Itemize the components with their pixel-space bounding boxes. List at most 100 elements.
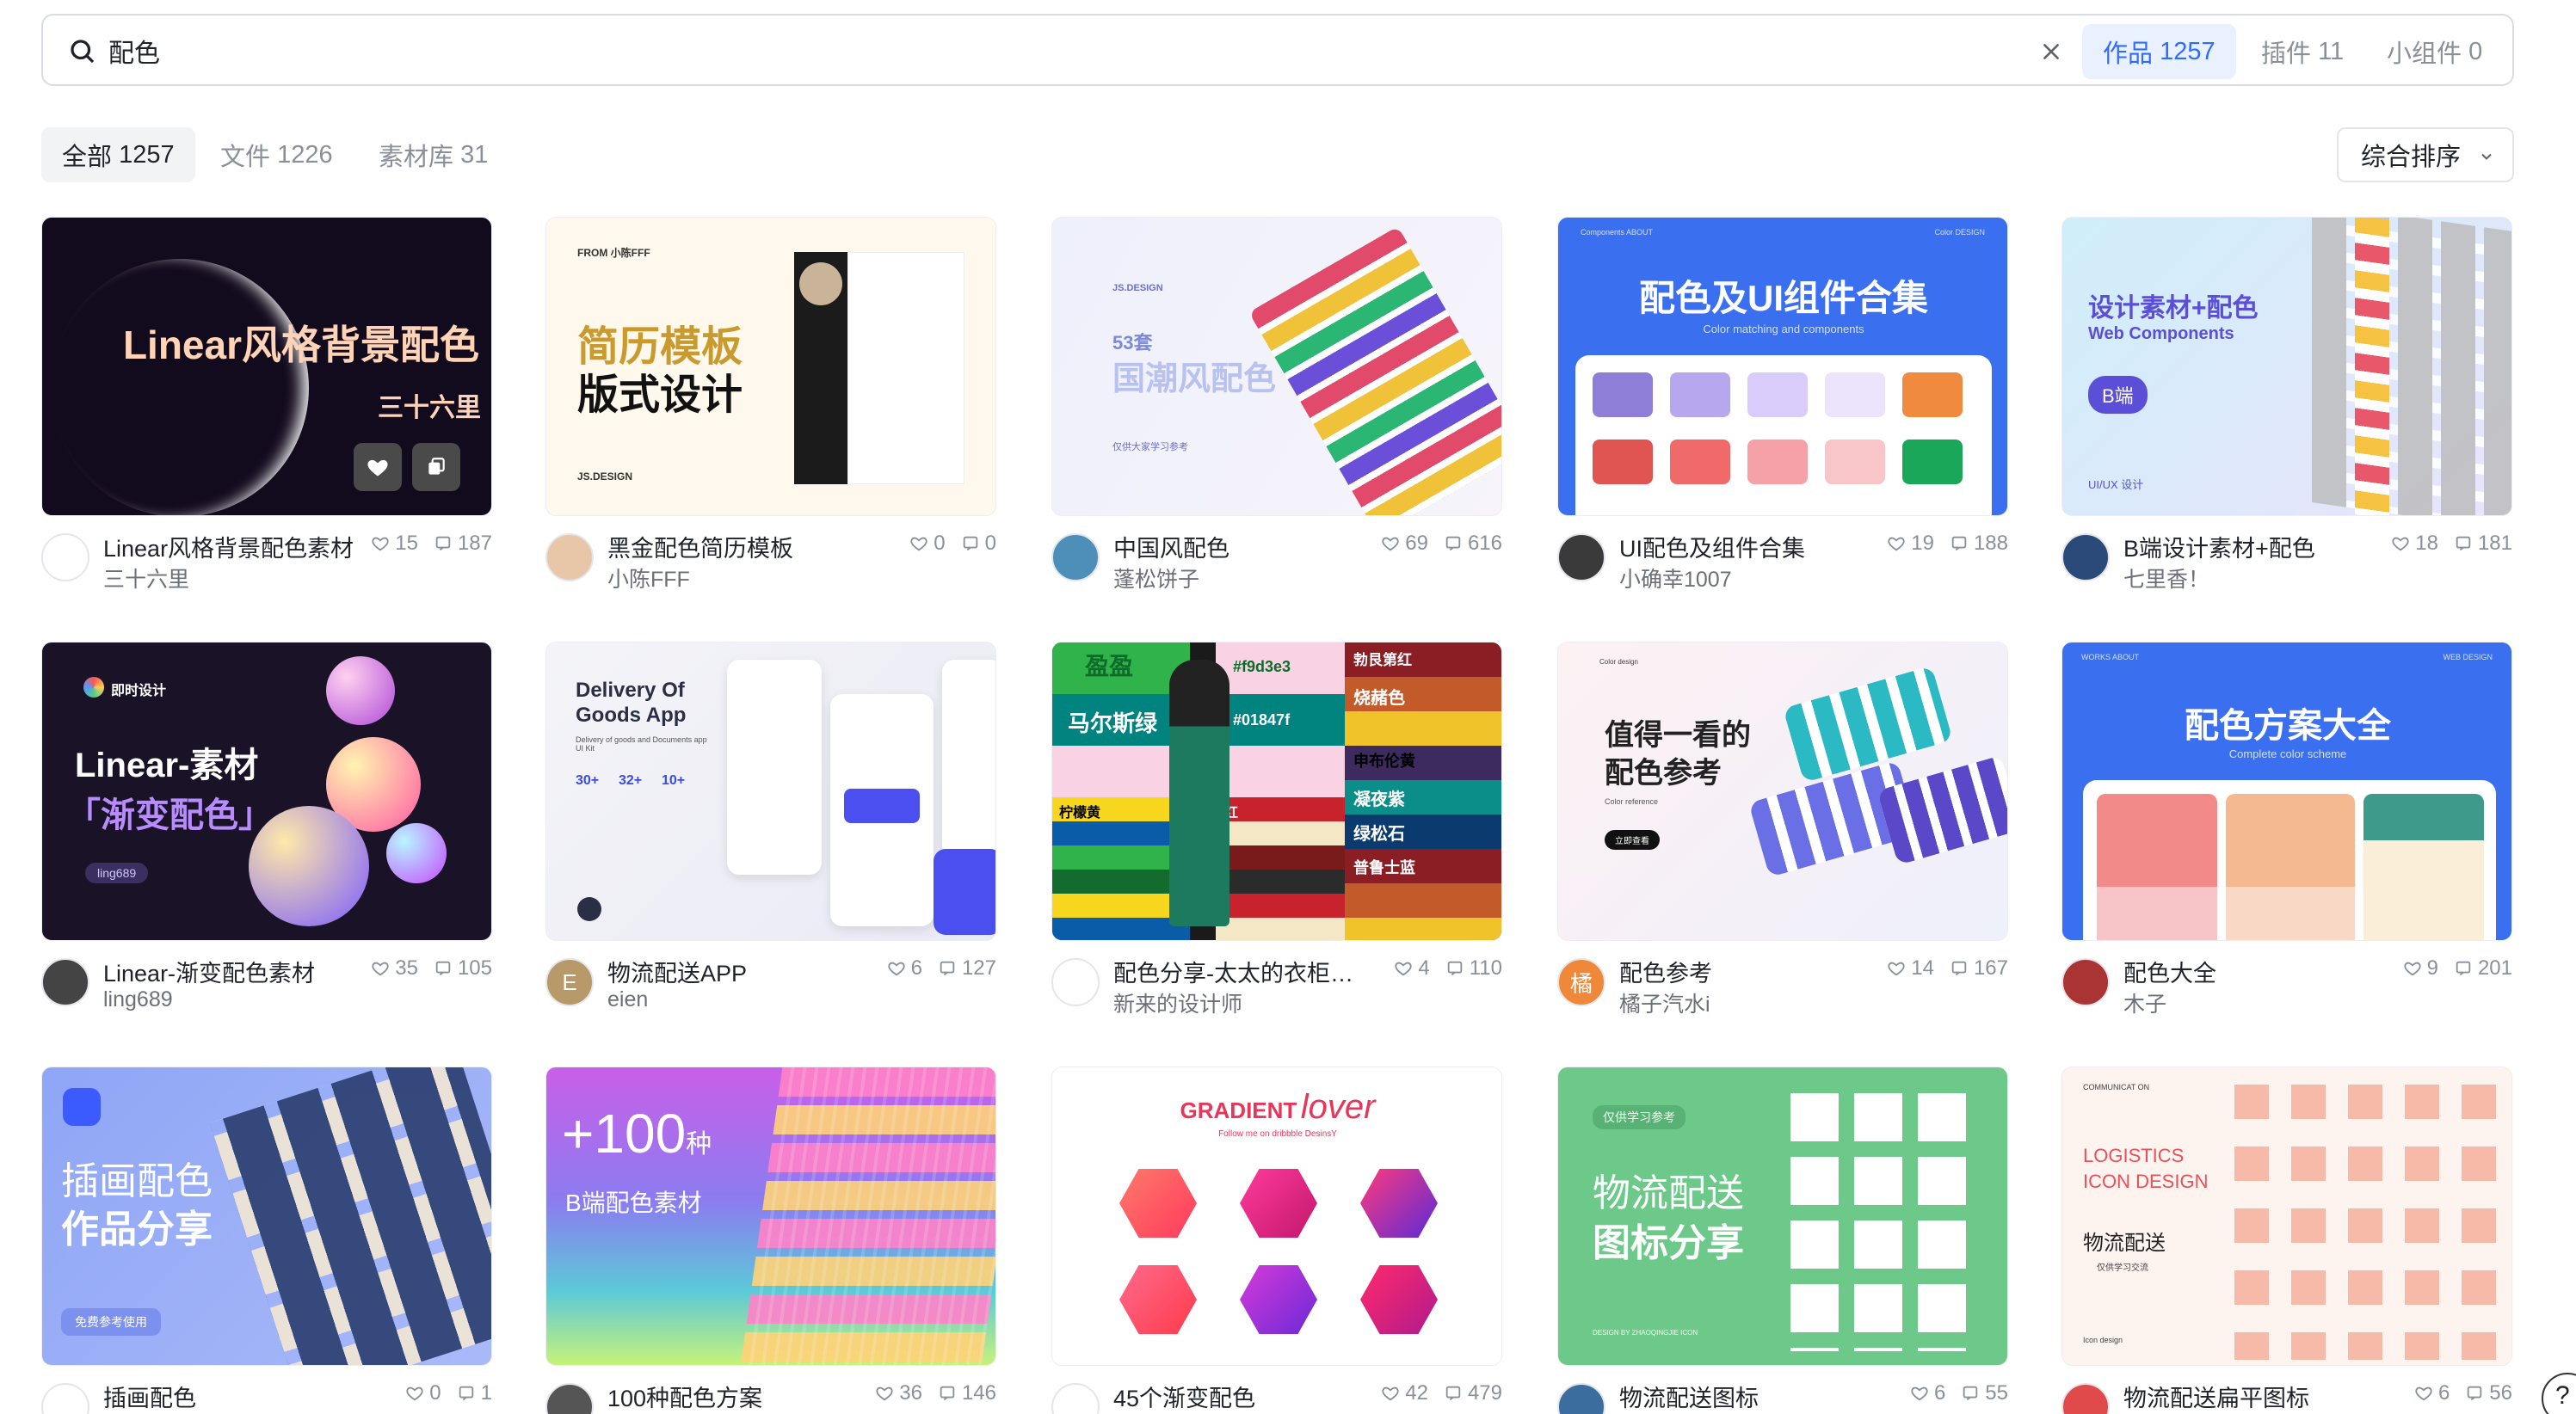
- card-author[interactable]: 三十六里: [103, 563, 189, 593]
- comments-count: 616: [1467, 532, 1502, 555]
- work-card[interactable]: JS.DESIGN 53套 国潮风配色 仅供大家学习参考 中国风配色 蓬松饼子 …: [1051, 217, 1502, 592]
- avatar[interactable]: 橘: [1557, 958, 1605, 1006]
- card-title[interactable]: 配色分享-太太的衣柜【...: [1113, 955, 1371, 988]
- work-card[interactable]: Color design 值得一看的 配色参考 Color reference …: [1557, 642, 2008, 1017]
- work-card[interactable]: Components ABOUT Color DESIGN 配色及UI组件合集 …: [1557, 217, 2008, 592]
- work-card[interactable]: Delivery Of Goods App Delivery of goods …: [545, 642, 996, 1012]
- avatar[interactable]: [1051, 958, 1100, 1006]
- gradient-hexagon: [1360, 1265, 1438, 1334]
- card-title[interactable]: 物流配送扁平图标: [2123, 1380, 2382, 1413]
- card-title[interactable]: 配色大全: [2123, 955, 2382, 988]
- avatar[interactable]: [545, 1383, 594, 1414]
- work-card[interactable]: +100种 B端配色素材 100种配色方案 36 146: [545, 1067, 996, 1414]
- card-thumbnail[interactable]: COMMUNICAT ON LOGISTICS ICON DESIGN 物流配送…: [2061, 1067, 2512, 1366]
- comments-count: 167: [1973, 956, 2008, 980]
- card-thumbnail[interactable]: 盈盈 马尔斯绿 #f9d3e3 #01847f 勃艮第红 烧赭色 申布伦黄 凝夜…: [1051, 642, 1502, 941]
- avatar[interactable]: [1051, 1383, 1100, 1414]
- work-card[interactable]: 仅供学习参考 物流配送 图标分享 DESIGN BY ZHAOQINGJIE I…: [1557, 1067, 2008, 1414]
- tab-widgets[interactable]: 小组件 0: [2366, 24, 2503, 79]
- avatar[interactable]: [1557, 533, 1605, 581]
- avatar[interactable]: [41, 533, 89, 581]
- comments-stat: 55: [1961, 1381, 2008, 1405]
- thumb-l3: 物流配送: [2083, 1232, 2166, 1255]
- avatar[interactable]: [2061, 533, 2110, 581]
- comments-count: 201: [2477, 956, 2512, 980]
- card-thumbnail[interactable]: Components ABOUT Color DESIGN 配色及UI组件合集 …: [1557, 217, 2008, 516]
- comments-count: 187: [457, 532, 492, 555]
- tab-works[interactable]: 作品 1257: [2082, 24, 2236, 79]
- card-thumbnail[interactable]: +100种 B端配色素材: [545, 1067, 996, 1366]
- thumb-line2: 作品分享: [61, 1208, 213, 1251]
- work-card[interactable]: COMMUNICAT ON LOGISTICS ICON DESIGN 物流配送…: [2061, 1067, 2512, 1414]
- filter-libraries[interactable]: 素材库 31: [358, 127, 508, 182]
- card-author[interactable]: eien: [607, 987, 648, 1012]
- avatar[interactable]: [41, 958, 89, 1006]
- help-button[interactable]: ?: [2542, 1373, 2576, 1414]
- card-thumbnail[interactable]: JS.DESIGN 53套 国潮风配色 仅供大家学习参考: [1051, 217, 1502, 516]
- work-card[interactable]: 盈盈 马尔斯绿 #f9d3e3 #01847f 勃艮第红 烧赭色 申布伦黄 凝夜…: [1051, 642, 1502, 1017]
- heart-icon: [367, 459, 388, 476]
- card-title[interactable]: Linear风格背景配色素材: [103, 530, 361, 563]
- card-title[interactable]: 黑金配色简历模板: [607, 530, 866, 563]
- avatar[interactable]: [41, 1383, 89, 1414]
- comments-stat: 110: [1445, 956, 1502, 981]
- card-title[interactable]: 配色参考: [1619, 955, 1877, 988]
- avatar[interactable]: E: [545, 958, 594, 1006]
- card-author[interactable]: 小陈FFF: [607, 563, 690, 593]
- card-title[interactable]: 物流配送APP: [607, 955, 866, 988]
- avatar[interactable]: [2061, 958, 2110, 1006]
- work-card[interactable]: Linear风格背景配色 三十六里 Linear风格背景配色素材 三十六里 15…: [41, 217, 492, 592]
- work-card[interactable]: 即时设计 Linear-素材 「渐变配色」 ling689 Linear-渐变配…: [41, 642, 492, 1012]
- card-thumbnail[interactable]: Color design 值得一看的 配色参考 Color reference …: [1557, 642, 2008, 941]
- avatar[interactable]: [1051, 533, 1100, 581]
- card-author[interactable]: 七里香！: [2123, 563, 2209, 593]
- work-card[interactable]: 设计素材+配色 Web Components B端 UI/UX 设计 B端设计素…: [2061, 217, 2512, 592]
- comments-count: 55: [1985, 1381, 2008, 1405]
- card-title[interactable]: 物流配送图标: [1619, 1380, 1877, 1413]
- avatar[interactable]: [1557, 1383, 1605, 1414]
- card-thumbnail[interactable]: 设计素材+配色 Web Components B端 UI/UX 设计: [2061, 217, 2512, 516]
- filter-files[interactable]: 文件 1226: [200, 127, 354, 182]
- card-author[interactable]: 木子: [2123, 987, 2166, 1018]
- sort-dropdown[interactable]: 综合排序: [2337, 127, 2514, 182]
- card-meta: 黑金配色简历模板 小陈FFF 0 0: [545, 516, 996, 592]
- card-author[interactable]: 新来的设计师: [1113, 987, 1242, 1018]
- tab-plugins[interactable]: 插件 11: [2240, 24, 2364, 79]
- card-title[interactable]: B端设计素材+配色: [2123, 530, 2382, 563]
- work-card[interactable]: FROM 小陈FFF 简历模板 版式设计 JS.DESIGN 黑金配色简历模板 …: [545, 217, 996, 592]
- card-thumbnail[interactable]: Delivery Of Goods App Delivery of goods …: [545, 642, 996, 941]
- card-thumbnail[interactable]: 仅供学习参考 物流配送 图标分享 DESIGN BY ZHAOQINGJIE I…: [1557, 1067, 2008, 1366]
- card-title[interactable]: Linear-渐变配色素材: [103, 955, 361, 988]
- card-title[interactable]: UI配色及组件合集: [1619, 530, 1877, 563]
- swatch: [1593, 440, 1653, 484]
- free-use-button[interactable]: 免费参考使用: [61, 1308, 161, 1336]
- card-title[interactable]: 45个渐变配色: [1113, 1380, 1371, 1413]
- card-thumbnail[interactable]: WORKS ABOUT WEB DESIGN 配色方案大全 Complete c…: [2061, 642, 2512, 941]
- card-author[interactable]: 蓬松饼子: [1113, 563, 1199, 593]
- work-card[interactable]: GRADIENT lover Follow me on dribbble Des…: [1051, 1067, 1502, 1414]
- heart-outline-icon: [1382, 537, 1399, 551]
- card-thumbnail[interactable]: GRADIENT lover Follow me on dribbble Des…: [1051, 1067, 1502, 1366]
- likes-stat: 0: [909, 532, 946, 556]
- card-thumbnail[interactable]: 即时设计 Linear-素材 「渐变配色」 ling689: [41, 642, 492, 941]
- stat-1: 30+: [576, 773, 600, 788]
- view-now-button[interactable]: 立即查看: [1605, 830, 1660, 850]
- search-input[interactable]: [108, 28, 2001, 74]
- avatar[interactable]: [2061, 1383, 2110, 1414]
- card-title[interactable]: 中国风配色: [1113, 530, 1371, 563]
- like-button[interactable]: [354, 443, 402, 491]
- avatar[interactable]: [545, 533, 594, 581]
- work-card[interactable]: WORKS ABOUT WEB DESIGN 配色方案大全 Complete c…: [2061, 642, 2512, 1017]
- card-thumbnail[interactable]: FROM 小陈FFF 简历模板 版式设计 JS.DESIGN: [545, 217, 996, 516]
- copy-button[interactable]: [412, 443, 460, 491]
- card-thumbnail[interactable]: Linear风格背景配色 三十六里: [41, 217, 492, 516]
- work-card[interactable]: 插画配色 作品分享 免费参考使用 插画配色 0 1: [41, 1067, 492, 1414]
- card-author[interactable]: 橘子汽水i: [1619, 987, 1710, 1018]
- card-author[interactable]: 小确幸1007: [1619, 563, 1732, 593]
- card-title[interactable]: 插画配色: [103, 1380, 361, 1413]
- card-title[interactable]: 100种配色方案: [607, 1380, 866, 1413]
- card-author[interactable]: ling689: [103, 987, 173, 1012]
- card-thumbnail[interactable]: 插画配色 作品分享 免费参考使用: [41, 1067, 492, 1366]
- filter-all[interactable]: 全部 1257: [41, 127, 195, 182]
- clear-search-button[interactable]: [2032, 33, 2070, 71]
